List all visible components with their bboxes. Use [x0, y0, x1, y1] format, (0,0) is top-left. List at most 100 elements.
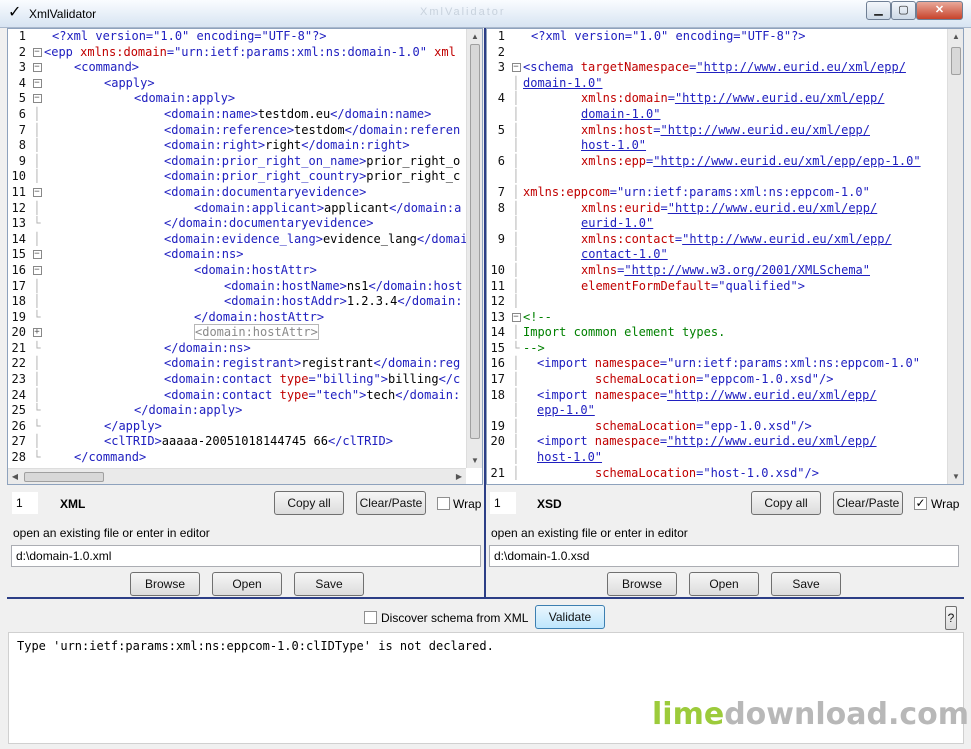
code-line[interactable]: │	[487, 169, 947, 185]
xml-path-input[interactable]: d:\domain-1.0.xml	[11, 545, 481, 567]
code-line[interactable]: 1 <?xml version="1.0" encoding="UTF-8"?>	[8, 29, 466, 45]
code-line[interactable]: │ domain-1.0"	[487, 107, 947, 123]
scroll-up-icon[interactable]: ▲	[948, 29, 963, 44]
scroll-up-icon[interactable]: ▲	[467, 29, 482, 44]
xml-wrap-checkbox[interactable]	[437, 497, 450, 510]
code-line[interactable]: 22 │ <domain:registrant>registrant</domain…	[8, 356, 466, 372]
code-line[interactable]: 13 └ </domain:documentaryevidence>	[8, 216, 466, 232]
code-line[interactable]: 3− <command>	[8, 60, 466, 76]
code-line[interactable]: 8 │ <domain:right>right</domain:right>	[8, 138, 466, 154]
code-line[interactable]: 5 │ xmlns:host="http://www.eurid.eu/xml/ep…	[487, 123, 947, 139]
xsd-wrap-checkbox[interactable]: ✓	[914, 497, 927, 510]
xml-editor[interactable]: 1 <?xml version="1.0" encoding="UTF-8"?>…	[7, 28, 483, 485]
xml-browse-button[interactable]: Browse	[130, 572, 200, 596]
xsd-path-input[interactable]: d:\domain-1.0.xsd	[489, 545, 959, 567]
xml-open-button[interactable]: Open	[212, 572, 282, 596]
code-line[interactable]: │ domain-1.0"	[487, 76, 947, 92]
code-line[interactable]: 11− <domain:documentaryevidence>	[8, 185, 466, 201]
code-line[interactable]: 21 └ </domain:ns>	[8, 341, 466, 357]
xml-vertical-scrollbar[interactable]: ▲ ▼	[466, 29, 482, 468]
code-line[interactable]: 27 │ <clTRID>aaaaa-20051018144745 66</clTR…	[8, 434, 466, 450]
code-line[interactable]: 20 │ <import namespace="http://www.eurid.e…	[487, 434, 947, 450]
maximize-button[interactable]: ▢	[891, 1, 916, 20]
code-line[interactable]: 3− <schema targetNamespace="http://www.eu…	[487, 60, 947, 76]
close-button[interactable]: ✕	[916, 1, 963, 20]
code-line[interactable]: 12 │ <domain:applicant>applicant</domain:a	[8, 201, 466, 217]
code-line[interactable]: 6 │ <domain:name>testdom.eu</domain:name>	[8, 107, 466, 123]
code-line[interactable]: │ epp-1.0"	[487, 403, 947, 419]
code-line[interactable]: │ host-1.0"	[487, 450, 947, 466]
code-line[interactable]: 19 └ </domain:hostAttr>	[8, 310, 466, 326]
code-line[interactable]: 14 │ <domain:evidence_lang>evidence_lang</…	[8, 232, 466, 248]
code-line[interactable]: 25 └ </domain:apply>	[8, 403, 466, 419]
xsd-vertical-scrollbar[interactable]: ▲ ▼	[947, 29, 963, 484]
fold-collapse-icon[interactable]: −	[509, 310, 523, 326]
horizontal-splitter[interactable]	[7, 597, 964, 599]
validate-button[interactable]: Validate	[535, 605, 605, 629]
code-line[interactable]: 16− <domain:hostAttr>	[8, 263, 466, 279]
code-line[interactable]: 15− <domain:ns>	[8, 247, 466, 263]
code-line[interactable]: 13− <!--	[487, 310, 947, 326]
scroll-down-icon[interactable]: ▼	[948, 469, 963, 484]
code-line[interactable]: 8 │ xmlns:eurid="http://www.eurid.eu/xml/e…	[487, 201, 947, 217]
fold-expand-icon[interactable]: +	[30, 325, 44, 341]
fold-collapse-icon[interactable]: −	[30, 91, 44, 107]
code-line[interactable]: 4 │ xmlns:domain="http://www.eurid.eu/xml/…	[487, 91, 947, 107]
xml-hscroll-thumb[interactable]	[24, 472, 104, 482]
xsd-open-button[interactable]: Open	[689, 572, 759, 596]
code-line[interactable]: 6 │ xmlns:epp="http://www.eurid.eu/xml/epp…	[487, 154, 947, 170]
code-line[interactable]: 18 │ <import namespace="http://www.eurid.e…	[487, 388, 947, 404]
code-line[interactable]: 24 │ <domain:contact type="tech">tech</dom…	[8, 388, 466, 404]
code-line[interactable]: 18 │ <domain:hostAddr>1.2.3.4</domain:	[8, 294, 466, 310]
fold-collapse-icon[interactable]: −	[30, 45, 44, 61]
fold-collapse-icon[interactable]: −	[30, 76, 44, 92]
code-line[interactable]: 26 └ </apply>	[8, 419, 466, 435]
fold-collapse-icon[interactable]: −	[30, 263, 44, 279]
code-line[interactable]: 2− <epp xmlns:domain="urn:ietf:params:xml…	[8, 45, 466, 61]
code-line[interactable]: 14 │ Import common element types.	[487, 325, 947, 341]
xsd-browse-button[interactable]: Browse	[607, 572, 677, 596]
code-line[interactable]: 21 │ schemaLocation="host-1.0.xsd"/>	[487, 466, 947, 482]
code-line[interactable]: 7 │ xmlns:eppcom="urn:ietf:params:xml:ns:e…	[487, 185, 947, 201]
xml-vscroll-thumb[interactable]	[470, 44, 480, 439]
fold-collapse-icon[interactable]: −	[509, 60, 523, 76]
discover-schema-checkbox[interactable]	[364, 611, 377, 624]
xml-save-button[interactable]: Save	[294, 572, 364, 596]
fold-collapse-icon[interactable]: −	[30, 60, 44, 76]
code-line[interactable]: 7 │ <domain:reference>testdom</domain:refe…	[8, 123, 466, 139]
scroll-left-icon[interactable]: ◀	[8, 469, 22, 484]
fold-collapse-icon[interactable]: −	[30, 247, 44, 263]
minimize-button[interactable]: ▁	[866, 1, 891, 20]
scroll-right-icon[interactable]: ▶	[452, 469, 466, 484]
xsd-editor[interactable]: 1 <?xml version="1.0" encoding="UTF-8"?>…	[486, 28, 964, 485]
code-line[interactable]: │ eurid-1.0"	[487, 216, 947, 232]
xml-copy-all-button[interactable]: Copy all	[274, 491, 344, 515]
code-line[interactable]: 28 └ </command>	[8, 450, 466, 466]
xsd-copy-all-button[interactable]: Copy all	[751, 491, 821, 515]
xsd-clear-paste-button[interactable]: Clear/Paste	[833, 491, 903, 515]
code-line[interactable]: 1 <?xml version="1.0" encoding="UTF-8"?>	[487, 29, 947, 45]
fold-collapse-icon[interactable]: −	[30, 185, 44, 201]
code-line[interactable]: 10 │ xmlns="http://www.w3.org/2001/XMLSche…	[487, 263, 947, 279]
code-line[interactable]: 17 │ <domain:hostName>ns1</domain:host	[8, 279, 466, 295]
code-line[interactable]: 12 │	[487, 294, 947, 310]
xsd-code-area[interactable]: 1 <?xml version="1.0" encoding="UTF-8"?>…	[487, 29, 947, 484]
xsd-save-button[interactable]: Save	[771, 572, 841, 596]
code-line[interactable]: 5− <domain:apply>	[8, 91, 466, 107]
help-button[interactable]: ?	[945, 606, 957, 630]
xml-horizontal-scrollbar[interactable]: ◀ ▶	[8, 468, 466, 484]
code-line[interactable]: 19 │ schemaLocation="epp-1.0.xsd"/>	[487, 419, 947, 435]
code-line[interactable]: 20 + <domain:hostAttr>	[8, 324, 466, 341]
code-line[interactable]: 4− <apply>	[8, 76, 466, 92]
code-line[interactable]: 23 │ <domain:contact type="billing">billin…	[8, 372, 466, 388]
code-line[interactable]: │ host-1.0"	[487, 138, 947, 154]
xml-code-area[interactable]: 1 <?xml version="1.0" encoding="UTF-8"?>…	[8, 29, 466, 468]
code-line[interactable]: 15 └ -->	[487, 341, 947, 357]
xml-clear-paste-button[interactable]: Clear/Paste	[356, 491, 426, 515]
code-line[interactable]: 9 │ xmlns:contact="http://www.eurid.eu/xml…	[487, 232, 947, 248]
code-line[interactable]: 17 │ schemaLocation="eppcom-1.0.xsd"/>	[487, 372, 947, 388]
xsd-vscroll-thumb[interactable]	[951, 47, 961, 75]
code-line[interactable]: 2	[487, 45, 947, 61]
scroll-down-icon[interactable]: ▼	[467, 453, 482, 468]
code-line[interactable]: 11 │ elementFormDefault="qualified">	[487, 279, 947, 295]
